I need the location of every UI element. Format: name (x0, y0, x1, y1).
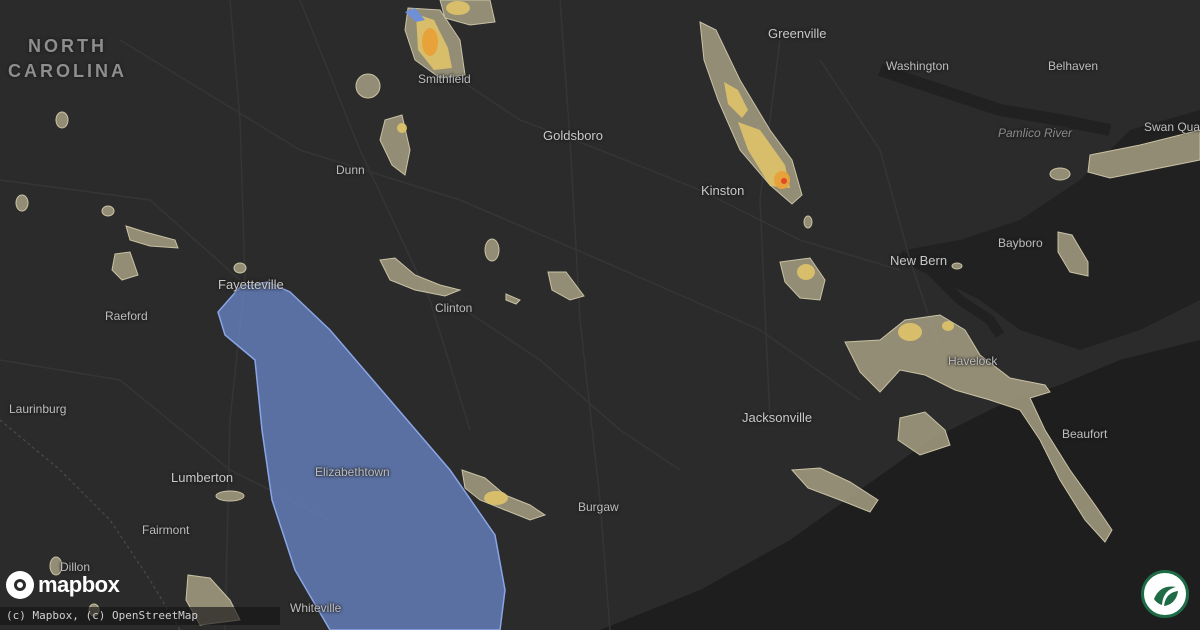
city-label-raeford: Raeford (105, 309, 148, 323)
city-label-swan-quarter: Swan Quar (1144, 120, 1200, 134)
state-label-carolina: CAROLINA (8, 61, 127, 81)
storm-cell (215, 490, 245, 502)
storm-core-moderate (942, 321, 954, 331)
city-label-belhaven: Belhaven (1048, 59, 1099, 73)
storm-cell (15, 194, 29, 212)
brand-wave-icon (1141, 570, 1189, 618)
storm-core-moderate (898, 323, 922, 341)
storm-cell (233, 262, 247, 274)
hail-zone (217, 281, 506, 630)
city-label-kinston: Kinston (701, 183, 745, 198)
city-label-havelock: Havelock (948, 354, 998, 368)
storm-cell (951, 262, 963, 270)
city-label-goldsboro: Goldsboro (543, 128, 603, 143)
city-label-new-bern: New Bern (890, 253, 948, 268)
storm-cell (111, 251, 139, 281)
storm-cell (101, 205, 115, 217)
city-label-dunn: Dunn (336, 163, 365, 177)
city-label-whiteville: Whiteville (290, 601, 342, 615)
storm-core-moderate (446, 1, 470, 15)
brand-wave-icon-graphic (1149, 578, 1181, 610)
mapbox-logo-text: mapbox (38, 572, 120, 597)
storm-cell (125, 225, 179, 249)
mapbox-logo[interactable]: mapbox (6, 571, 120, 599)
city-label-fayetteville: Fayetteville (218, 277, 284, 292)
city-label-smithfield: Smithfield (418, 72, 471, 86)
mapbox-logo-icon (6, 571, 34, 599)
storm-cell (379, 114, 411, 176)
storm-core-moderate (484, 491, 508, 505)
weather-map[interactable]: NORTH CAROLINA Greenville Washington Bel… (0, 0, 1200, 630)
storm-cell (803, 215, 813, 229)
city-label-bayboro: Bayboro (998, 236, 1043, 250)
city-label-lumberton: Lumberton (171, 470, 234, 485)
storm-core-severe (781, 178, 787, 184)
storm-cell (505, 293, 521, 305)
city-label-burgaw: Burgaw (578, 500, 619, 514)
pamlico-river (878, 64, 1112, 136)
storm-core-heavy (422, 28, 438, 56)
city-label-beaufort: Beaufort (1062, 427, 1108, 441)
city-label-elizabethtown: Elizabethtown (315, 465, 390, 479)
storm-cell (55, 111, 69, 129)
storm-cell (484, 238, 500, 262)
ocean (600, 340, 1200, 630)
city-label-washington: Washington (886, 59, 949, 73)
city-label-jacksonville: Jacksonville (742, 410, 813, 425)
storm-core-moderate (397, 123, 407, 133)
storm-cell (379, 257, 462, 297)
city-label-clinton: Clinton (435, 301, 473, 315)
storm-cell (355, 73, 381, 99)
storm-cell (1049, 167, 1071, 181)
water-label-pamlico-river: Pamlico River (998, 126, 1073, 140)
city-label-fairmont: Fairmont (142, 523, 190, 537)
map-attribution[interactable]: (c) Mapbox, (c) OpenStreetMap (0, 607, 280, 625)
storm-core-moderate (797, 264, 815, 280)
city-label-greenville: Greenville (768, 26, 827, 41)
state-label-north: NORTH (28, 36, 107, 56)
city-label-laurinburg: Laurinburg (9, 402, 67, 416)
